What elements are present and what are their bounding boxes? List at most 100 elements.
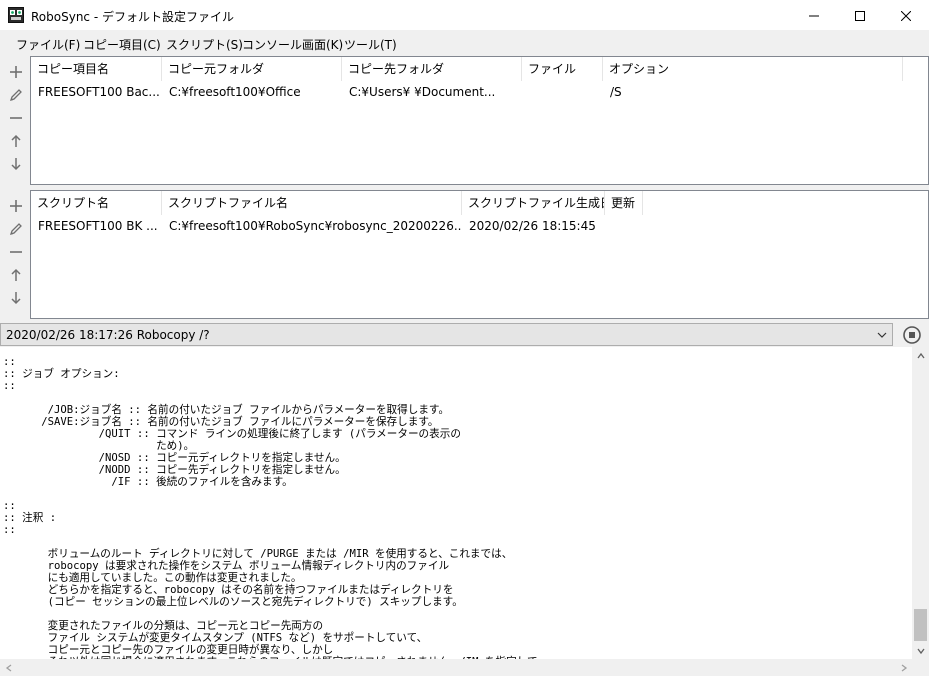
console-line: :: 注釈 :: [3, 512, 57, 524]
console-line: ::: [3, 380, 16, 392]
console-line: コピー元とコピー先のファイルの変更日時が異なり、しかし: [3, 644, 334, 656]
column-header-script-name[interactable]: スクリプト名: [31, 191, 162, 215]
console-line: にも適用していました。この動作は変更されました。: [3, 572, 302, 584]
pencil-icon: [9, 223, 22, 236]
scroll-right-icon[interactable]: [895, 659, 912, 676]
column-header-script-file[interactable]: スクリプトファイル名: [162, 191, 462, 215]
arrow-down-icon: [11, 158, 21, 171]
arrow-up-icon: [11, 134, 21, 147]
copy-items-toolbar: [0, 56, 30, 186]
scripts-header: スクリプト名 スクリプトファイル名 スクリプトファイル生成日時 更新: [31, 191, 928, 215]
console-line: robocopy は要求された操作をシステム ボリューム情報ディレクトリ内のファ…: [3, 560, 450, 572]
console-line: /NODD :: コピー先ディレクトリを指定しません。: [3, 464, 346, 476]
scroll-left-icon[interactable]: [0, 659, 17, 676]
plus-icon: [10, 200, 22, 212]
chevron-down-icon[interactable]: [876, 329, 888, 341]
cell-dest-folder: C:¥Users¥ ¥Document...: [349, 85, 496, 99]
stop-circle-icon[interactable]: [902, 325, 922, 345]
console-line: /IF :: 後続のファイルを含みます。: [3, 476, 293, 488]
console-line: ::: [3, 356, 16, 368]
column-header-dest-folder[interactable]: コピー先フォルダ: [342, 57, 522, 81]
scroll-down-icon[interactable]: [912, 642, 929, 659]
maximize-icon: [855, 10, 865, 21]
console-line: /JOB:ジョブ名 :: 名前の付いたジョブ ファイルからパラメーターを取得しま…: [3, 404, 450, 416]
minimize-icon: [809, 15, 819, 16]
window-title: RoboSync - デフォルト設定ファイル: [31, 10, 234, 24]
console-line: ::: [3, 524, 16, 536]
add-copy-item-button[interactable]: [7, 63, 25, 81]
console-line: どちらかを指定すると、robocopy はその名前を持つファイルまたはディレクト…: [3, 584, 454, 596]
add-script-button[interactable]: [7, 197, 25, 215]
console-text: :::: ジョブ オプション::: /JOB:ジョブ名 :: 名前の付いたジョブ…: [3, 356, 548, 676]
column-header-file[interactable]: ファイル: [522, 57, 603, 81]
command-history-value: 2020/02/26 18:17:26 Robocopy /?: [6, 328, 210, 342]
column-header-copy-item-name[interactable]: コピー項目名: [31, 57, 162, 81]
scroll-up-icon[interactable]: [912, 347, 929, 364]
close-icon: [901, 10, 911, 21]
column-header-source-folder[interactable]: コピー元フォルダ: [162, 57, 342, 81]
table-row[interactable]: FREESOFT100 Bac... C:¥freesoft100¥Office…: [31, 81, 928, 103]
robosync-app-icon: [8, 7, 24, 23]
column-header-options[interactable]: オプション: [603, 57, 903, 81]
arrow-up-icon: [11, 268, 21, 281]
menu-bar: ファイル(F) コピー項目(C) スクリプト(S) コンソール画面(K) ツール…: [0, 31, 929, 55]
scrollbar-corner: [912, 659, 929, 676]
console-horizontal-scrollbar[interactable]: [0, 659, 912, 676]
scripts-list[interactable]: スクリプト名 スクリプトファイル名 スクリプトファイル生成日時 更新 FREES…: [30, 190, 929, 319]
console-line: /NOSD :: コピー元ディレクトリを指定しません。: [3, 452, 346, 464]
arrow-down-icon: [11, 292, 21, 305]
console-line: (コピー セッションの最上位レベルのソースと宛先ディレクトリで) スキップします…: [3, 596, 463, 608]
table-row[interactable]: FREESOFT100 BK ... C:¥freesoft100¥RoboSy…: [31, 215, 928, 237]
cell-file: [522, 81, 603, 103]
copy-items-list[interactable]: コピー項目名 コピー元フォルダ コピー先フォルダ ファイル オプション FREE…: [30, 56, 929, 185]
cell-copy-item-name: FREESOFT100 Bac...: [38, 85, 160, 99]
minus-icon: [10, 251, 22, 253]
console-line: ファイル システムが変更タイムスタンプ (NTFS など) をサポートしていて、: [3, 632, 428, 644]
scripts-toolbar: [0, 190, 30, 320]
menu-console[interactable]: コンソール画面(K): [242, 36, 343, 53]
remove-script-button[interactable]: [7, 243, 25, 261]
title-bar: RoboSync - デフォルト設定ファイル: [0, 0, 929, 31]
cell-options: /S: [610, 85, 622, 99]
console-line: ボリュームのルート ディレクトリに対して /PURGE または /MIR を使用…: [3, 548, 513, 560]
edit-copy-item-button[interactable]: [7, 86, 25, 104]
remove-copy-item-button[interactable]: [7, 109, 25, 127]
minimize-button[interactable]: [791, 0, 837, 31]
console-line: /SAVE:ジョブ名 :: 名前の付いたジョブ ファイルにパラメーターを保存しま…: [3, 416, 439, 428]
column-header-updated[interactable]: 更新: [605, 191, 643, 215]
cell-script-created: 2020/02/26 18:15:45: [469, 219, 596, 233]
command-history-combo[interactable]: 2020/02/26 18:17:26 Robocopy /?: [0, 323, 893, 346]
cell-script-file: C:¥freesoft100¥RoboSync¥robosync_2020022…: [169, 219, 462, 233]
move-down-script-button[interactable]: [7, 289, 25, 307]
move-up-copy-item-button[interactable]: [7, 132, 25, 150]
cell-updated: [605, 215, 643, 237]
column-header-script-created[interactable]: スクリプトファイル生成日時: [462, 191, 605, 215]
console-vertical-scrollbar[interactable]: [912, 347, 929, 659]
minus-icon: [10, 117, 22, 119]
close-button[interactable]: [883, 0, 929, 31]
plus-icon: [10, 66, 22, 78]
scrollbar-thumb[interactable]: [914, 609, 927, 641]
console-line: 変更されたファイルの分類は、コピー元とコピー先両方の: [3, 620, 324, 632]
cell-source-folder: C:¥freesoft100¥Office: [169, 85, 301, 99]
console-line: ::: [3, 500, 16, 512]
console-output[interactable]: :::: ジョブ オプション::: /JOB:ジョブ名 :: 名前の付いたジョブ…: [0, 347, 929, 676]
menu-script[interactable]: スクリプト(S): [166, 36, 243, 53]
edit-script-button[interactable]: [7, 220, 25, 238]
pencil-icon: [9, 89, 22, 102]
console-line: ため)。: [3, 440, 195, 452]
maximize-button[interactable]: [837, 0, 883, 31]
console-line: :: ジョブ オプション:: [3, 368, 120, 380]
cell-script-name: FREESOFT100 BK ...: [38, 219, 158, 233]
move-down-copy-item-button[interactable]: [7, 155, 25, 173]
move-up-script-button[interactable]: [7, 266, 25, 284]
menu-file[interactable]: ファイル(F): [16, 36, 80, 53]
menu-copy-items[interactable]: コピー項目(C): [83, 36, 161, 53]
copy-items-header: コピー項目名 コピー元フォルダ コピー先フォルダ ファイル オプション: [31, 57, 928, 81]
console-line: /QUIT :: コマンド ラインの処理後に終了します (パラメーターの表示の: [3, 428, 461, 440]
menu-tools[interactable]: ツール(T): [344, 36, 397, 53]
